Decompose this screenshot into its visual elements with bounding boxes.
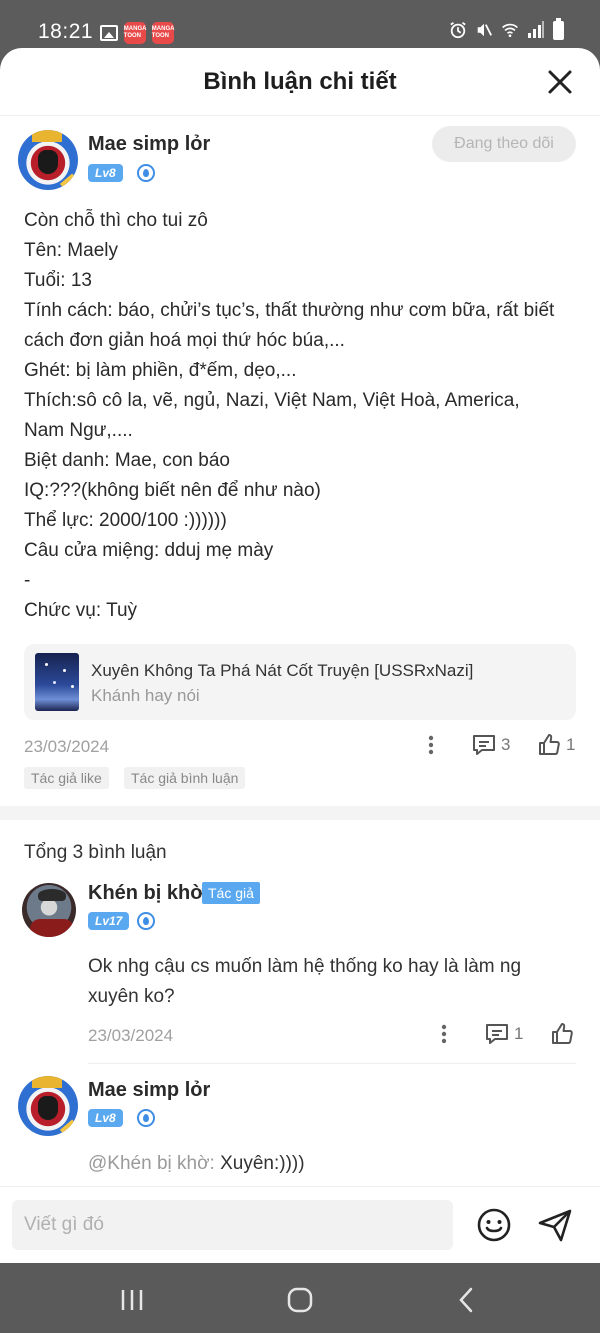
comment-count: 3 xyxy=(501,735,511,754)
mention-link[interactable]: @Khén bị khờ: xyxy=(88,1153,215,1174)
droplet-badge-icon xyxy=(137,1109,155,1127)
reply-divider xyxy=(88,1063,576,1064)
comment-icon xyxy=(486,1024,508,1044)
system-nav-bar xyxy=(0,1263,600,1333)
reply-username[interactable]: Khén bị khờ xyxy=(88,882,204,905)
more-vertical-icon[interactable] xyxy=(424,734,438,756)
story-card[interactable]: Xuyên Không Ta Phá Nát Cốt Truyện [USSRx… xyxy=(24,644,576,720)
thumbs-up-icon xyxy=(539,734,560,755)
author-badge: Tác giả xyxy=(202,882,260,904)
like-button[interactable]: 1 xyxy=(537,733,575,757)
follow-button[interactable]: Đang theo dõi xyxy=(432,126,576,162)
alarm-icon xyxy=(449,20,467,40)
back-icon[interactable] xyxy=(447,1285,487,1315)
tag-author-like: Tác giả like xyxy=(24,767,109,789)
comment-composer xyxy=(0,1186,600,1263)
mute-icon xyxy=(475,20,493,40)
wifi-icon xyxy=(501,20,519,40)
level-badge: Lv8 xyxy=(88,164,123,182)
status-time: 18:21 xyxy=(38,20,94,43)
like-count: 1 xyxy=(566,735,576,754)
close-icon[interactable] xyxy=(546,68,574,96)
story-subtitle: Khánh hay nói xyxy=(91,686,200,705)
total-comments: Tổng 3 bình luận xyxy=(24,842,167,863)
droplet-badge-icon xyxy=(137,164,155,182)
tag-author-comment: Tác giả bình luận xyxy=(124,767,246,789)
comment-icon xyxy=(473,735,495,755)
avatar[interactable] xyxy=(18,1076,78,1136)
reply-text: Ok nhg cậu cs muốn làm hệ thống ko hay l… xyxy=(88,956,522,1007)
battery-icon xyxy=(553,17,564,40)
sheet-header: Bình luận chi tiết xyxy=(0,48,600,116)
mangatoon-notification-icon: MANGA TOON xyxy=(124,22,146,44)
post-body: Còn chỗ thì cho tui zô Tên: Maely Tuổi: … xyxy=(24,210,555,621)
avatar[interactable] xyxy=(18,130,78,190)
home-icon[interactable] xyxy=(280,1285,320,1315)
emoji-icon[interactable] xyxy=(476,1207,512,1243)
reply-username[interactable]: Mae simp lỏr xyxy=(88,1079,210,1102)
mangatoon-notification-icon: MANGA TOON xyxy=(152,22,174,44)
comment-detail-sheet: Bình luận chi tiết Mae simp lỏr Lv8 Đang… xyxy=(0,48,600,1263)
thumbs-up-icon xyxy=(552,1023,573,1044)
section-divider xyxy=(0,806,600,820)
reply-comment-button[interactable]: 1 xyxy=(485,1023,523,1045)
recent-apps-icon[interactable] xyxy=(112,1285,152,1315)
level-badge: Lv8 xyxy=(88,1109,123,1127)
like-button[interactable] xyxy=(550,1022,574,1046)
level-badge: Lv17 xyxy=(88,912,130,930)
comment-input[interactable] xyxy=(12,1200,453,1250)
reply-date: 23/03/2024 xyxy=(88,1026,174,1045)
gallery-notification-icon xyxy=(100,25,118,41)
droplet-badge-icon xyxy=(137,912,155,930)
post-date: 23/03/2024 xyxy=(24,737,110,756)
reply-count: 1 xyxy=(514,1024,524,1043)
signal-icon xyxy=(527,20,545,40)
story-title: Xuyên Không Ta Phá Nát Cốt Truyện [USSRx… xyxy=(91,661,474,680)
more-vertical-icon[interactable] xyxy=(437,1023,451,1045)
avatar[interactable] xyxy=(22,883,76,937)
story-cover xyxy=(35,653,79,711)
reply-text: @Khén bị khờ: Xuyên:)))) xyxy=(88,1153,305,1174)
send-icon[interactable] xyxy=(537,1207,573,1243)
post-username[interactable]: Mae simp lỏr xyxy=(88,133,210,156)
page-title: Bình luận chi tiết xyxy=(203,68,397,95)
comment-button[interactable]: 3 xyxy=(472,734,510,756)
